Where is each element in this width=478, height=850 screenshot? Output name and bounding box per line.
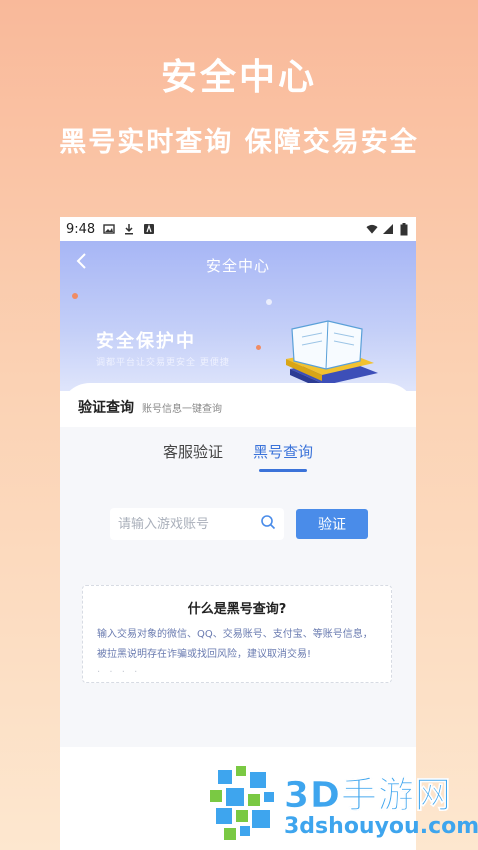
books-illustration-icon xyxy=(282,319,382,391)
watermark-brand: 3D手游网 xyxy=(284,775,452,817)
tab-customer-service-verify[interactable]: 客服验证 xyxy=(163,441,223,472)
image-icon xyxy=(103,223,115,235)
hero-description: 调都平台让交易更安全 更便捷 xyxy=(96,358,230,368)
decor-dot xyxy=(266,299,272,305)
tab-blacklist-query[interactable]: 黑号查询 xyxy=(253,441,313,472)
download-icon xyxy=(123,223,135,235)
page-title: 安全中心 xyxy=(205,257,270,275)
promo-title: 安全中心 xyxy=(160,57,317,98)
info-more: · · · · xyxy=(97,667,141,678)
phone-screen: 9:48 安全中心 安全保护中 调都平台让交易更安全 更便捷 验证查询 账号信息… xyxy=(60,217,416,850)
search-row: 验证 xyxy=(110,507,370,541)
search-box xyxy=(110,508,284,540)
battery-icon xyxy=(398,222,410,235)
account-input[interactable] xyxy=(118,516,260,532)
signal-icon xyxy=(382,223,394,235)
app-icon xyxy=(143,223,155,235)
section-title: 验证查询 xyxy=(78,400,134,416)
promo-subtitle: 黑号实时查询 保障交易安全 xyxy=(59,127,419,158)
decor-dot xyxy=(256,345,261,350)
search-icon[interactable] xyxy=(260,514,276,534)
status-time: 9:48 xyxy=(66,221,96,237)
watermark-url: 3dshouyou.com xyxy=(284,814,478,839)
section-subtitle: 账号信息一键查询 xyxy=(142,404,222,415)
wifi-icon xyxy=(366,223,378,235)
tab-bar: 客服验证 黑号查询 xyxy=(60,427,416,472)
brand-logo-icon xyxy=(208,766,278,848)
verify-button[interactable]: 验证 xyxy=(296,509,368,539)
info-box: 什么是黑号查询? 输入交易对象的微信、QQ、交易账号、支付宝、等账号信息，被拉黑… xyxy=(82,585,392,683)
info-answer: 输入交易对象的微信、QQ、交易账号、支付宝、等账号信息，被拉黑说明存在诈骗或找回… xyxy=(97,629,373,660)
decor-dot xyxy=(72,293,78,299)
info-question: 什么是黑号查询? xyxy=(187,602,287,617)
hero-title: 安全保护中 xyxy=(96,331,196,352)
hero-banner: 安全中心 安全保护中 调都平台让交易更安全 更便捷 xyxy=(60,241,416,391)
tabs-panel: 客服验证 黑号查询 验证 什么是黑号查询? 输入交易对象的微信、QQ、交易账号、… xyxy=(60,427,416,747)
status-bar: 9:48 xyxy=(60,217,416,241)
watermark: 3D手游网 3dshouyou.com xyxy=(208,760,478,844)
section-header: 验证查询 账号信息一键查询 xyxy=(60,383,416,417)
